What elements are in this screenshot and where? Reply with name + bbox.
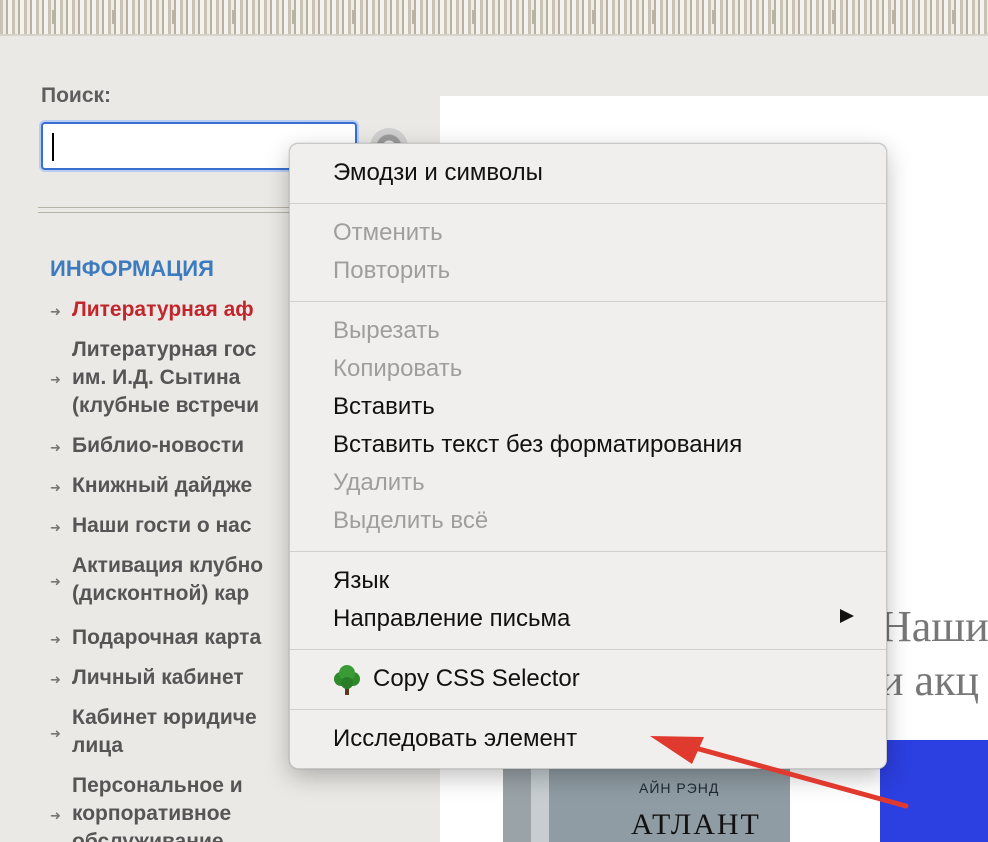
context-menu: Эмодзи и символы Отменить Повторить Выре… [289,143,887,769]
book-author: АЙН РЭНД [639,780,720,796]
decorative-top-border [0,0,988,36]
section-title: ИНФОРМАЦИЯ [50,256,214,281]
arrow-bullet-icon: ➜ [50,480,61,495]
book-cover-image[interactable]: АЙН РЭНД АТЛАНТ [503,760,790,842]
search-label: Поиск: [41,84,112,107]
arrow-bullet-icon: ➜ [50,520,61,535]
arrow-bullet-icon: ➜ [50,672,61,687]
submenu-arrow-icon [840,609,854,623]
arrow-bullet-icon: ➜ [50,574,61,589]
menu-item-select-all: Выделить всё [333,507,489,534]
text-caret [52,133,54,161]
menu-item-redo: Повторить [333,257,451,284]
menu-item-inspect-element[interactable]: Исследовать элемент [333,723,577,755]
arrow-bullet-icon: ➜ [50,304,61,319]
menu-separator [290,301,886,302]
arrow-bullet-icon: ➜ [50,372,61,387]
book-title: АТЛАНТ [631,808,761,841]
menu-item-paste-plain[interactable]: Вставить текст без форматирования [333,429,742,461]
menu-item-paste[interactable]: Вставить [333,391,435,423]
menu-item-copy-css-selector[interactable]: Copy CSS Selector [373,663,580,695]
tree-icon [334,665,360,695]
menu-separator [290,203,886,204]
menu-item-cut: Вырезать [333,317,440,344]
menu-separator [290,649,886,650]
menu-item-undo: Отменить [333,219,443,246]
menu-separator [290,551,886,552]
promo-banner[interactable] [880,740,988,842]
sidebar-item-corporate-service[interactable]: ➜ Персональное и корпоративное обслужива… [50,772,350,842]
menu-separator [290,709,886,710]
menu-item-emoji[interactable]: Эмодзи и символы [333,157,543,189]
arrow-bullet-icon: ➜ [50,808,61,823]
arrow-bullet-icon: ➜ [50,440,61,455]
arrow-bullet-icon: ➜ [50,632,61,647]
menu-item-delete: Удалить [333,469,425,496]
menu-item-language[interactable]: Язык [333,565,389,597]
arrow-bullet-icon: ➜ [50,726,61,741]
divider [38,207,298,213]
promo-heading: Наши и акц [880,602,988,705]
menu-item-copy: Копировать [333,355,463,382]
menu-item-writing-direction[interactable]: Направление письма [333,603,570,635]
